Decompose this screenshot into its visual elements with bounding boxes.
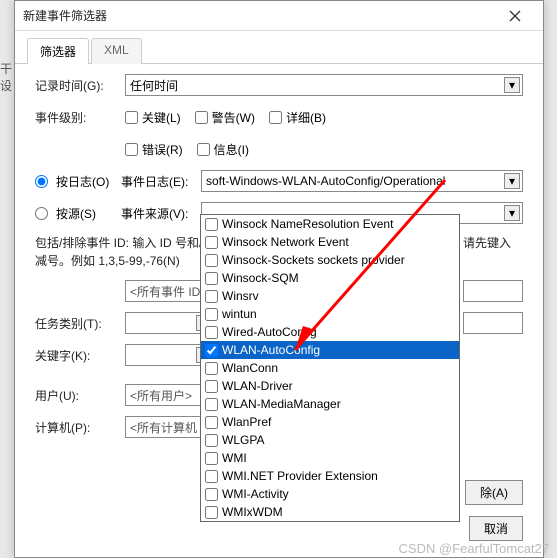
dropdown-item[interactable]: Winsock NameResolution Event (201, 215, 459, 233)
tab-filter[interactable]: 筛选器 (27, 38, 89, 64)
right-hint: 请先键入 (463, 234, 523, 252)
dropdown-item-checkbox[interactable] (205, 416, 218, 429)
dropdown-item-label: WLAN-Driver (222, 379, 293, 393)
dropdown-item[interactable]: Wired-AutoConfig (201, 323, 459, 341)
dropdown-arrow-icon: ▾ (504, 173, 520, 189)
dropdown-item-checkbox[interactable] (205, 452, 218, 465)
dropdown-item-checkbox[interactable] (205, 218, 218, 231)
event-sources-dropdown[interactable]: Winsock NameResolution Event Winsock Netw… (200, 214, 460, 522)
dropdown-item[interactable]: WlanConn (201, 359, 459, 377)
clear-button[interactable]: 除(A) (465, 480, 523, 505)
dropdown-item-checkbox[interactable] (205, 362, 218, 375)
label-event-level: 事件级别: (35, 109, 125, 126)
dropdown-item-checkbox[interactable] (205, 344, 218, 357)
dropdown-item-label: WLGPA (222, 433, 264, 447)
dropdown-item[interactable]: WMI-Activity (201, 485, 459, 503)
dropdown-item-label: wintun (222, 307, 257, 321)
dropdown-item-label: WMIxWDM (222, 505, 283, 519)
dropdown-item-checkbox[interactable] (205, 236, 218, 249)
dropdown-item-label: WlanPref (222, 415, 271, 429)
logged-time-select[interactable]: 任何时间 ▾ (125, 74, 523, 96)
dropdown-item[interactable]: Winsrv (201, 287, 459, 305)
dropdown-item-checkbox[interactable] (205, 488, 218, 501)
dropdown-item[interactable]: WMI (201, 449, 459, 467)
close-button[interactable] (495, 2, 535, 30)
dropdown-item-label: Winsock-SQM (222, 271, 299, 285)
dropdown-item-label: WMI.NET Provider Extension (222, 469, 378, 483)
dropdown-item-checkbox[interactable] (205, 290, 218, 303)
dropdown-item-checkbox[interactable] (205, 308, 218, 321)
id-hint-line1: 包括/排除事件 ID: 输入 ID 号和/ (35, 234, 205, 252)
label-logged-time: 记录时间(G): (35, 77, 125, 94)
event-logs-select[interactable]: soft-Windows-WLAN-AutoConfig/Operational… (201, 170, 523, 192)
dropdown-item[interactable]: wintun (201, 305, 459, 323)
dropdown-item[interactable]: WMIxWDM (201, 503, 459, 521)
right-input-2[interactable] (463, 312, 523, 334)
dropdown-item[interactable]: Winsock-Sockets sockets provider (201, 251, 459, 269)
checkbox-info[interactable]: 信息(I) (197, 141, 249, 158)
dropdown-item-checkbox[interactable] (205, 254, 218, 267)
event-logs-value: soft-Windows-WLAN-AutoConfig/Operational (206, 174, 445, 188)
dropdown-item[interactable]: Winsock-SQM (201, 269, 459, 287)
logged-time-value: 任何时间 (130, 77, 178, 94)
dropdown-item-label: WLAN-AutoConfig (222, 343, 320, 357)
dropdown-item-label: Winsock-Sockets sockets provider (222, 253, 405, 267)
checkbox-verbose[interactable]: 详细(B) (269, 109, 326, 126)
dropdown-item-label: Winsock Network Event (222, 235, 349, 249)
dropdown-item-label: WMI-Activity (222, 487, 289, 501)
dropdown-item-checkbox[interactable] (205, 272, 218, 285)
radio-by-source[interactable]: 按源(S) (35, 205, 121, 222)
dropdown-item[interactable]: WLGPA (201, 431, 459, 449)
dropdown-item[interactable]: WMI.NET Provider Extension (201, 467, 459, 485)
label-keywords: 关键字(K): (35, 347, 125, 364)
titlebar: 新建事件筛选器 (15, 1, 543, 31)
dropdown-item-label: Winsrv (222, 289, 259, 303)
dropdown-item-checkbox[interactable] (205, 434, 218, 447)
dropdown-item-label: WlanConn (222, 361, 278, 375)
dropdown-item[interactable]: WlanPref (201, 413, 459, 431)
tab-xml[interactable]: XML (91, 38, 142, 64)
dropdown-item[interactable]: Winsock Network Event (201, 233, 459, 251)
checkbox-critical[interactable]: 关键(L) (125, 109, 181, 126)
dropdown-item-label: WMI (222, 451, 247, 465)
dropdown-item-checkbox[interactable] (205, 398, 218, 411)
radio-by-log[interactable]: 按日志(O) (35, 173, 121, 190)
dropdown-item-label: Wired-AutoConfig (222, 325, 317, 339)
dropdown-arrow-icon: ▾ (504, 205, 520, 221)
dropdown-item-checkbox[interactable] (205, 380, 218, 393)
close-icon (509, 10, 521, 22)
checkbox-error[interactable]: 错误(R) (125, 141, 183, 158)
watermark: CSDN @FearfulTomcat27 (399, 541, 549, 556)
dropdown-item[interactable]: WLAN-Driver (201, 377, 459, 395)
dropdown-item[interactable]: WLAN-AutoConfig (201, 341, 459, 359)
cancel-button[interactable]: 取消 (469, 516, 523, 541)
dropdown-item[interactable]: WLAN-MediaManager (201, 395, 459, 413)
dropdown-arrow-icon: ▾ (504, 77, 520, 93)
checkbox-warning[interactable]: 警告(W) (195, 109, 255, 126)
window-title: 新建事件筛选器 (23, 7, 495, 24)
right-input-1[interactable] (463, 280, 523, 302)
dropdown-item-checkbox[interactable] (205, 326, 218, 339)
label-user: 用户(U): (35, 387, 125, 404)
label-event-sources: 事件来源(V): (121, 205, 201, 222)
dropdown-item-label: WLAN-MediaManager (222, 397, 341, 411)
tab-strip: 筛选器 XML (15, 31, 543, 64)
cropped-left-text: 干设 (0, 60, 12, 94)
label-event-logs: 事件日志(E): (121, 173, 201, 190)
dropdown-item-checkbox[interactable] (205, 506, 218, 519)
id-hint-line2: 减号。例如 1,3,5-99,-76(N) (35, 252, 205, 270)
dropdown-item-checkbox[interactable] (205, 470, 218, 483)
label-task: 任务类别(T): (35, 315, 125, 332)
dropdown-item-label: Winsock NameResolution Event (222, 217, 393, 231)
label-computer: 计算机(P): (35, 419, 125, 436)
